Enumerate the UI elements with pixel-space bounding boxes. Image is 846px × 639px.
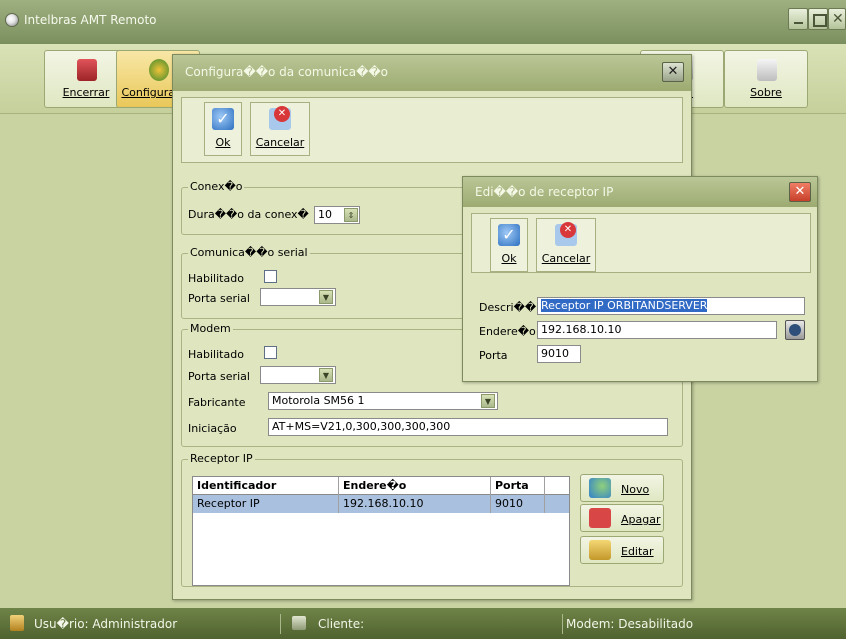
porta-value: 9010 [541, 347, 569, 360]
config-cancel-button[interactable]: Cancelar [250, 102, 310, 156]
descricao-label: Descri�� [479, 301, 537, 314]
config-action-panel: ✓ Ok Cancelar [181, 97, 683, 163]
edit-icon [589, 540, 611, 560]
app-titlebar: Intelbras AMT Remoto ✕ [0, 0, 846, 44]
cancel-icon [555, 222, 577, 246]
sobre-button[interactable]: Sobre [724, 50, 808, 108]
check-icon: ✓ [212, 108, 234, 130]
sobre-label: Sobre [750, 86, 782, 99]
config-ok-button[interactable]: ✓ Ok [204, 102, 242, 156]
serial-porta-label: Porta serial [188, 292, 250, 305]
help-icon [757, 59, 777, 81]
novo-button[interactable]: Novo [580, 474, 664, 502]
modem-habilitado-checkbox[interactable] [264, 346, 277, 359]
cell-porta: 9010 [491, 495, 545, 513]
endereco-value: 192.168.10.10 [541, 323, 622, 336]
status-separator [280, 614, 281, 634]
duracao-label: Dura��o da conex� [188, 208, 309, 221]
serial-porta-select[interactable]: ▼ [260, 288, 336, 306]
config-ok-label: Ok [215, 136, 231, 149]
descricao-field[interactable]: Receptor IP ORBITANDSERVER [537, 297, 805, 315]
receptor-ok-button[interactable]: ✓ Ok [490, 218, 528, 272]
close-window-button[interactable]: ✕ [828, 8, 846, 30]
iniciacao-field[interactable]: AT+MS=V21,0,300,300,300,300 [268, 418, 668, 436]
table-row[interactable]: Receptor IP 192.168.10.10 9010 [193, 495, 569, 513]
iniciacao-label: Iniciação [188, 422, 237, 435]
serial-habilitado-checkbox[interactable] [264, 270, 277, 283]
serial-legend: Comunica��o serial [188, 246, 310, 259]
receptor-edit-dialog: Edi��o de receptor IP ✕ ✓ Ok Cancelar De… [462, 176, 818, 382]
receptor-ok-label: Ok [501, 252, 517, 265]
add-icon [589, 478, 611, 498]
delete-icon [589, 508, 611, 528]
receptor-table: Identificador Endere�o Porta Receptor IP… [192, 476, 570, 586]
status-separator [562, 614, 563, 634]
status-modem: Modem: Desabilitado [566, 617, 694, 631]
endereco-label: Endere�o [479, 325, 536, 338]
status-bar: Usu�rio: Administrador Cliente: Modem: D… [0, 608, 846, 639]
iniciacao-value: AT+MS=V21,0,300,300,300,300 [272, 420, 451, 433]
receptor-cancel-button[interactable]: Cancelar [536, 218, 596, 272]
apagar-button[interactable]: Apagar [580, 504, 664, 532]
duracao-value: 10 [318, 208, 332, 221]
lookup-icon [789, 324, 801, 336]
modem-porta-label: Porta serial [188, 370, 250, 383]
chevron-down-icon: ▼ [319, 368, 333, 382]
maximize-button[interactable] [808, 8, 828, 30]
app-title: Intelbras AMT Remoto [24, 13, 157, 27]
close-icon: ✕ [832, 11, 844, 27]
receptor-table-header: Identificador Endere�o Porta [193, 477, 569, 495]
status-usuario: Usu�rio: Administrador [34, 617, 178, 631]
gear-icon [149, 59, 169, 81]
lookup-button[interactable] [785, 320, 805, 340]
fabricante-value: Motorola SM56 1 [272, 394, 365, 407]
cell-identificador: Receptor IP [193, 495, 339, 513]
check-icon: ✓ [498, 224, 520, 246]
fabricante-label: Fabricante [188, 396, 246, 409]
chevron-down-icon: ▼ [319, 290, 333, 304]
apagar-label: Apagar [621, 513, 661, 526]
config-dialog-close-button[interactable]: ✕ [662, 62, 684, 82]
config-cancel-label: Cancelar [255, 136, 305, 149]
receptor-legend: Receptor IP [188, 452, 255, 465]
col-endereco[interactable]: Endere�o [339, 477, 491, 495]
receptor-group: Receptor IP Identificador Endere�o Porta… [181, 452, 683, 587]
config-dialog-title: Configura��o da comunica��o [173, 55, 691, 91]
serial-habilitado-label: Habilitado [188, 272, 244, 285]
novo-label: Novo [621, 483, 650, 496]
editar-button[interactable]: Editar [580, 536, 664, 564]
modem-porta-select[interactable]: ▼ [260, 366, 336, 384]
encerrar-label: Encerrar [62, 86, 110, 99]
modem-legend: Modem [188, 322, 233, 335]
minimize-button[interactable] [788, 8, 808, 30]
fabricante-select[interactable]: Motorola SM56 1 ▼ [268, 392, 498, 410]
client-icon [292, 616, 306, 630]
col-identificador[interactable]: Identificador [193, 477, 339, 495]
editar-label: Editar [621, 545, 654, 558]
conexao-legend: Conex�o [188, 180, 245, 193]
modem-habilitado-label: Habilitado [188, 348, 244, 361]
descricao-value: Receptor IP ORBITANDSERVER [541, 299, 708, 312]
endereco-field[interactable]: 192.168.10.10 [537, 321, 777, 339]
receptor-cancel-label: Cancelar [541, 252, 591, 265]
chevron-down-icon: ▼ [481, 394, 495, 408]
cancel-icon [269, 106, 291, 130]
receptor-dialog-close-button[interactable]: ✕ [789, 182, 811, 202]
receptor-action-panel: ✓ Ok Cancelar [471, 213, 811, 273]
app-logo-icon [5, 13, 19, 27]
user-icon [10, 615, 24, 631]
status-cliente: Cliente: [318, 617, 365, 631]
cell-endereco: 192.168.10.10 [339, 495, 491, 513]
col-porta[interactable]: Porta [491, 477, 545, 495]
door-icon [77, 59, 97, 81]
duracao-stepper[interactable]: 10 ⇕ [314, 206, 360, 224]
receptor-dialog-title: Edi��o de receptor IP [463, 177, 817, 207]
spin-icon[interactable]: ⇕ [344, 208, 358, 222]
porta-label: Porta [479, 349, 508, 362]
porta-field[interactable]: 9010 [537, 345, 581, 363]
